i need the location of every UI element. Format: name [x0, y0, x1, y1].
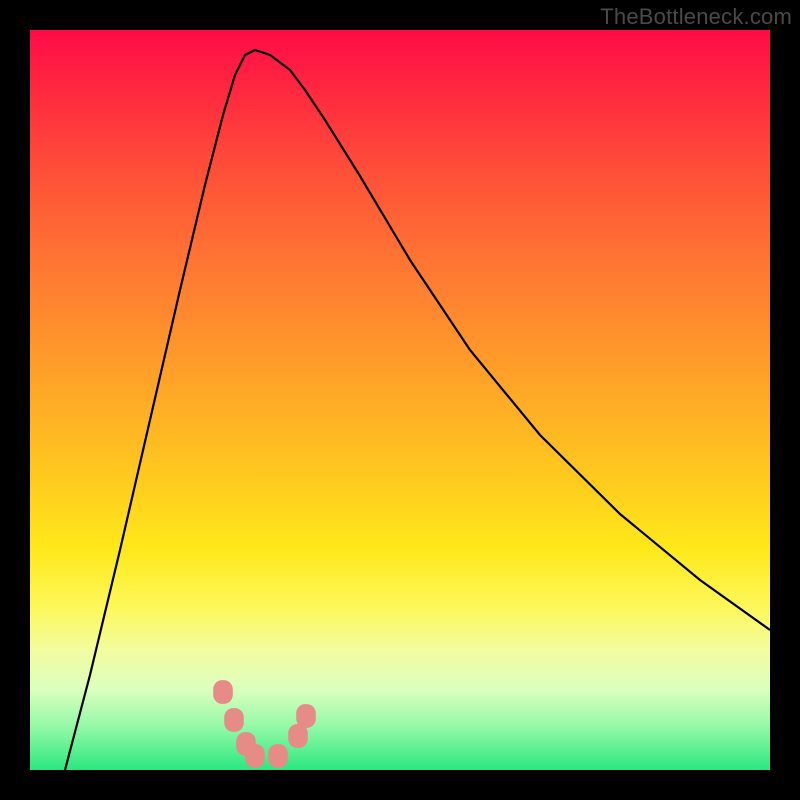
chart-svg [30, 30, 770, 770]
curve-marker-3 [245, 744, 265, 768]
curve-marker-0 [213, 680, 233, 704]
curve-marker-1 [224, 708, 244, 732]
marker-group [213, 680, 316, 768]
watermark-label: TheBottleneck.com [600, 4, 792, 30]
curve-marker-6 [296, 704, 316, 728]
bottleneck-curve [65, 50, 770, 770]
curve-marker-4 [268, 744, 288, 768]
chart-plot-area [30, 30, 770, 770]
